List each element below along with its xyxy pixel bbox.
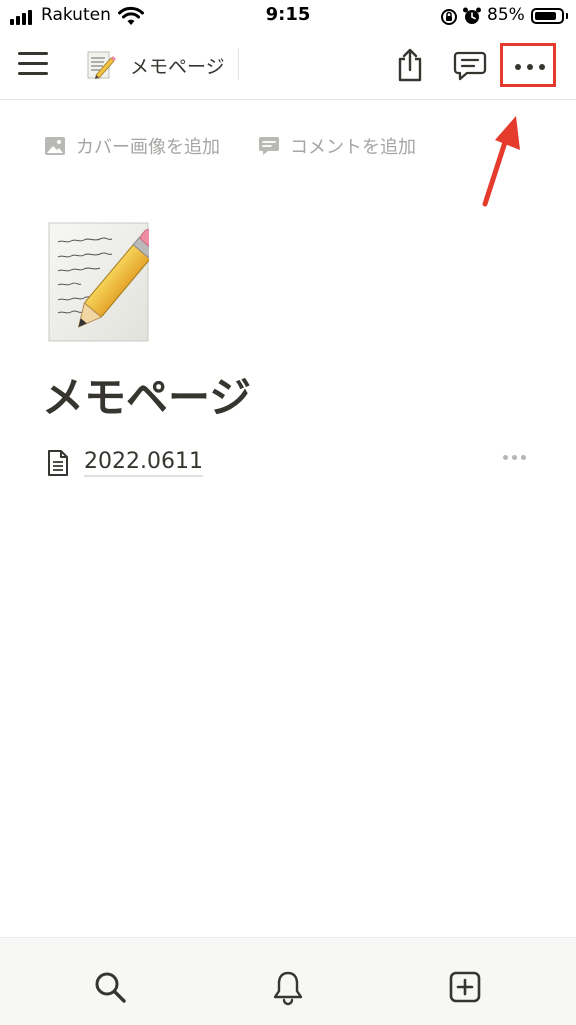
memo-icon[interactable] bbox=[48, 222, 149, 342]
battery-icon bbox=[531, 8, 564, 24]
image-icon bbox=[45, 137, 65, 155]
rotation-lock-icon bbox=[441, 9, 457, 25]
add-cover-label: カバー画像を追加 bbox=[76, 137, 220, 158]
annotation-arrow bbox=[482, 116, 520, 207]
search-icon[interactable] bbox=[93, 970, 127, 1004]
page-title[interactable]: メモページ bbox=[42, 364, 251, 425]
new-page-icon[interactable] bbox=[449, 971, 481, 1003]
share-icon[interactable] bbox=[394, 47, 426, 83]
hamburger-menu-icon[interactable] bbox=[18, 52, 48, 76]
add-comment-button[interactable]: コメントを追加 bbox=[258, 133, 416, 159]
document-icon bbox=[48, 450, 68, 476]
memo-icon bbox=[87, 51, 116, 79]
subpage-title[interactable]: 2022.0611 bbox=[84, 449, 203, 477]
add-comment-label: コメントを追加 bbox=[290, 137, 416, 158]
add-cover-button[interactable]: カバー画像を追加 bbox=[44, 133, 220, 159]
comment-icon[interactable] bbox=[452, 49, 488, 83]
battery-percent: 85% bbox=[487, 5, 525, 25]
nav-divider bbox=[238, 48, 239, 80]
nav-page-title[interactable]: メモページ bbox=[130, 52, 225, 79]
bell-icon[interactable] bbox=[272, 970, 304, 1006]
row-more-icon[interactable] bbox=[503, 455, 526, 460]
comment-icon bbox=[259, 137, 279, 155]
battery-tip bbox=[566, 13, 568, 19]
highlight-box bbox=[500, 43, 556, 87]
alarm-icon bbox=[463, 7, 481, 24]
